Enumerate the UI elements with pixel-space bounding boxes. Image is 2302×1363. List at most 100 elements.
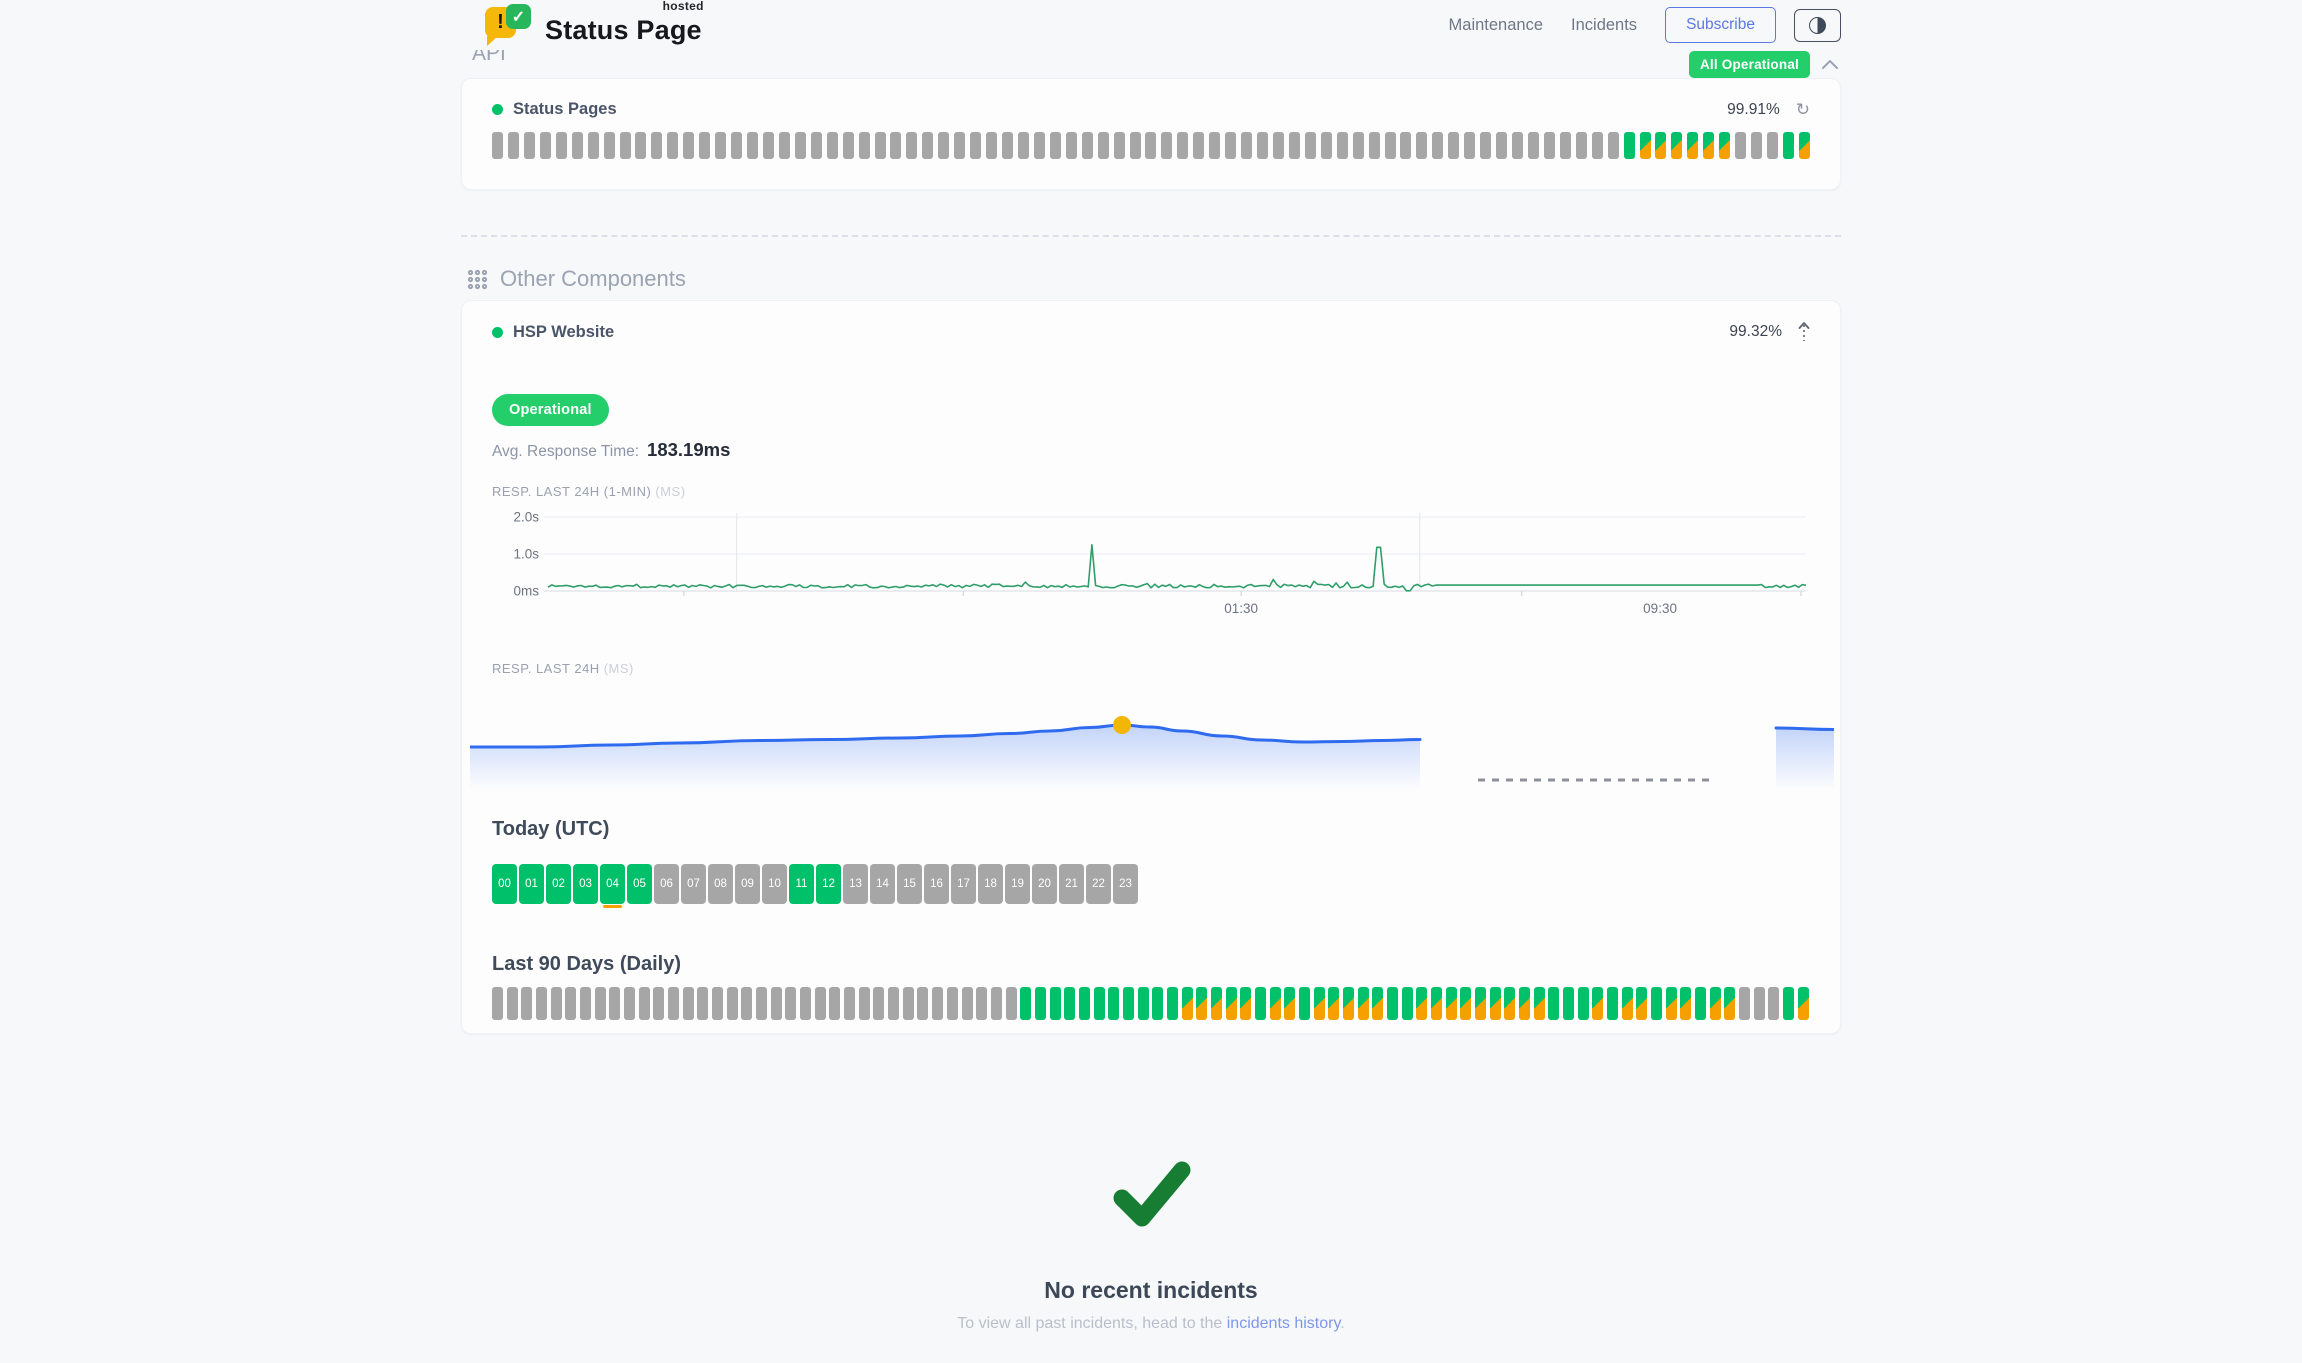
uptime-bar-segment[interactable] [843, 132, 854, 159]
hour-block-18[interactable]: 18 [978, 864, 1003, 904]
uptime-bar-segment[interactable] [906, 132, 917, 159]
uptime-bar-segment[interactable] [991, 987, 1002, 1020]
uptime-bar-segment[interactable] [1592, 132, 1603, 159]
hour-block-04[interactable]: 04 [600, 864, 625, 904]
uptime-bar-segment[interactable] [1687, 132, 1698, 159]
uptime-bar-segment[interactable] [1358, 987, 1369, 1020]
uptime-bar-segment[interactable] [1018, 132, 1029, 159]
uptime-bar-segment[interactable] [1724, 987, 1735, 1020]
uptime-bar-segment[interactable] [604, 132, 615, 159]
hour-block-03[interactable]: 03 [573, 864, 598, 904]
hour-block-16[interactable]: 16 [924, 864, 949, 904]
uptime-bar-segment[interactable] [556, 132, 567, 159]
uptime-bar-segment[interactable] [1655, 132, 1666, 159]
uptime-bar-segment[interactable] [609, 987, 620, 1020]
uptime-bar-segment[interactable] [1504, 987, 1515, 1020]
uptime-bar-segment[interactable] [572, 132, 583, 159]
uptime-bar-segment[interactable] [1225, 132, 1236, 159]
uptime-bar-segment[interactable] [844, 987, 855, 1020]
uptime-bar-segment[interactable] [1519, 987, 1530, 1020]
uptime-bar-segment[interactable] [859, 987, 870, 1020]
uptime-bar-segment[interactable] [1034, 132, 1045, 159]
uptime-bar-segment[interactable] [1799, 132, 1810, 159]
subscribe-button[interactable]: Subscribe [1665, 7, 1776, 43]
hour-block-20[interactable]: 20 [1032, 864, 1057, 904]
uptime-bar-segment[interactable] [1768, 987, 1779, 1020]
uptime-bar-segment[interactable] [1353, 132, 1364, 159]
uptime-bar-segment[interactable] [731, 132, 742, 159]
uptime-bar-segment[interactable] [1193, 132, 1204, 159]
uptime-bar-segment[interactable] [1754, 987, 1765, 1020]
uptime-bar-segment[interactable] [903, 987, 914, 1020]
uptime-bar-segment[interactable] [922, 132, 933, 159]
uptime-bar-segment[interactable] [1767, 132, 1778, 159]
uptime-bar-segment[interactable] [1528, 132, 1539, 159]
uptime-bar-segment[interactable] [954, 132, 965, 159]
uptime-bar-segment[interactable] [1548, 987, 1559, 1020]
hour-block-21[interactable]: 21 [1059, 864, 1084, 904]
uptime-bar-segment[interactable] [1273, 132, 1284, 159]
uptime-bar-segment[interactable] [565, 987, 576, 1020]
uptime-bar-segment[interactable] [1108, 987, 1119, 1020]
uptime-bar-segment[interactable] [492, 132, 503, 159]
uptime-bar-segment[interactable] [1751, 132, 1762, 159]
uptime-bar-segment[interactable] [1257, 132, 1268, 159]
uptime-bar-segment[interactable] [1464, 132, 1475, 159]
hour-block-06[interactable]: 06 [654, 864, 679, 904]
uptime-bar-segment[interactable] [1241, 132, 1252, 159]
uptime-bar-segment[interactable] [1020, 987, 1031, 1020]
refresh-icon[interactable]: ↻ [1796, 101, 1810, 118]
uptime-bar-segment[interactable] [1446, 987, 1457, 1020]
hour-block-12[interactable]: 12 [816, 864, 841, 904]
uptime-bar-segment[interactable] [697, 987, 708, 1020]
uptime-bar-segment[interactable] [1608, 132, 1619, 159]
uptime-bar-segment[interactable] [1576, 132, 1587, 159]
uptime-bar-segment[interactable] [1710, 987, 1721, 1020]
uptime-bar-segment[interactable] [890, 132, 901, 159]
uptime-bar-segment[interactable] [1695, 987, 1706, 1020]
uptime-bar-segment[interactable] [508, 132, 519, 159]
uptime-bar-segment[interactable] [1177, 132, 1188, 159]
uptime-bar-segment[interactable] [1240, 987, 1251, 1020]
uptime-bar-segment[interactable] [1783, 987, 1794, 1020]
uptime-bar-segment[interactable] [1123, 987, 1134, 1020]
uptime-bar-segment[interactable] [1035, 987, 1046, 1020]
uptime-bar-segment[interactable] [639, 987, 650, 1020]
uptime-bar-segment[interactable] [1050, 987, 1061, 1020]
uptime-bar-segment[interactable] [683, 987, 694, 1020]
uptime-bar-segment[interactable] [1314, 987, 1325, 1020]
uptime-bar-segment[interactable] [620, 132, 631, 159]
uptime-bar-segment[interactable] [1196, 987, 1207, 1020]
uptime-bar-segment[interactable] [1050, 132, 1061, 159]
uptime-bar-segment[interactable] [1512, 132, 1523, 159]
uptime-bar-segment[interactable] [763, 132, 774, 159]
uptime-bar-segment[interactable] [1343, 987, 1354, 1020]
hour-block-08[interactable]: 08 [708, 864, 733, 904]
uptime-bar-segment[interactable] [1592, 987, 1603, 1020]
uptime-bar-segment[interactable] [1289, 132, 1300, 159]
uptime-bar-segment[interactable] [747, 132, 758, 159]
uptime-bar-segment[interactable] [1622, 987, 1633, 1020]
uptime-bar-segment[interactable] [741, 987, 752, 1020]
hour-block-07[interactable]: 07 [681, 864, 706, 904]
uptime-bar-segment[interactable] [1578, 987, 1589, 1020]
uptime-bar-segment[interactable] [1475, 987, 1486, 1020]
uptime-bar-segment[interactable] [1209, 132, 1220, 159]
uptime-bar-segment[interactable] [779, 132, 790, 159]
hour-block-09[interactable]: 09 [735, 864, 760, 904]
uptime-bar-segment[interactable] [1563, 987, 1574, 1020]
uptime-bar-segment[interactable] [917, 987, 928, 1020]
uptime-bar-segment[interactable] [595, 987, 606, 1020]
response-time-area-chart[interactable] [470, 690, 1834, 802]
uptime-bar-segment[interactable] [938, 132, 949, 159]
uptime-bar-segment[interactable] [1064, 987, 1075, 1020]
response-time-line-chart[interactable]: 2.0s1.0s0ms01:3009:30 [492, 507, 1810, 627]
uptime-bar-segment[interactable] [1167, 987, 1178, 1020]
logo[interactable]: ! ✓ hosted Status Page [485, 4, 702, 46]
uptime-bar-segment[interactable] [947, 987, 958, 1020]
uptime-bar-segment[interactable] [1369, 132, 1380, 159]
hour-block-01[interactable]: 01 [519, 864, 544, 904]
uptime-bar-segment[interactable] [1305, 132, 1316, 159]
uptime-bar-segment[interactable] [588, 132, 599, 159]
uptime-bar-segment[interactable] [1448, 132, 1459, 159]
